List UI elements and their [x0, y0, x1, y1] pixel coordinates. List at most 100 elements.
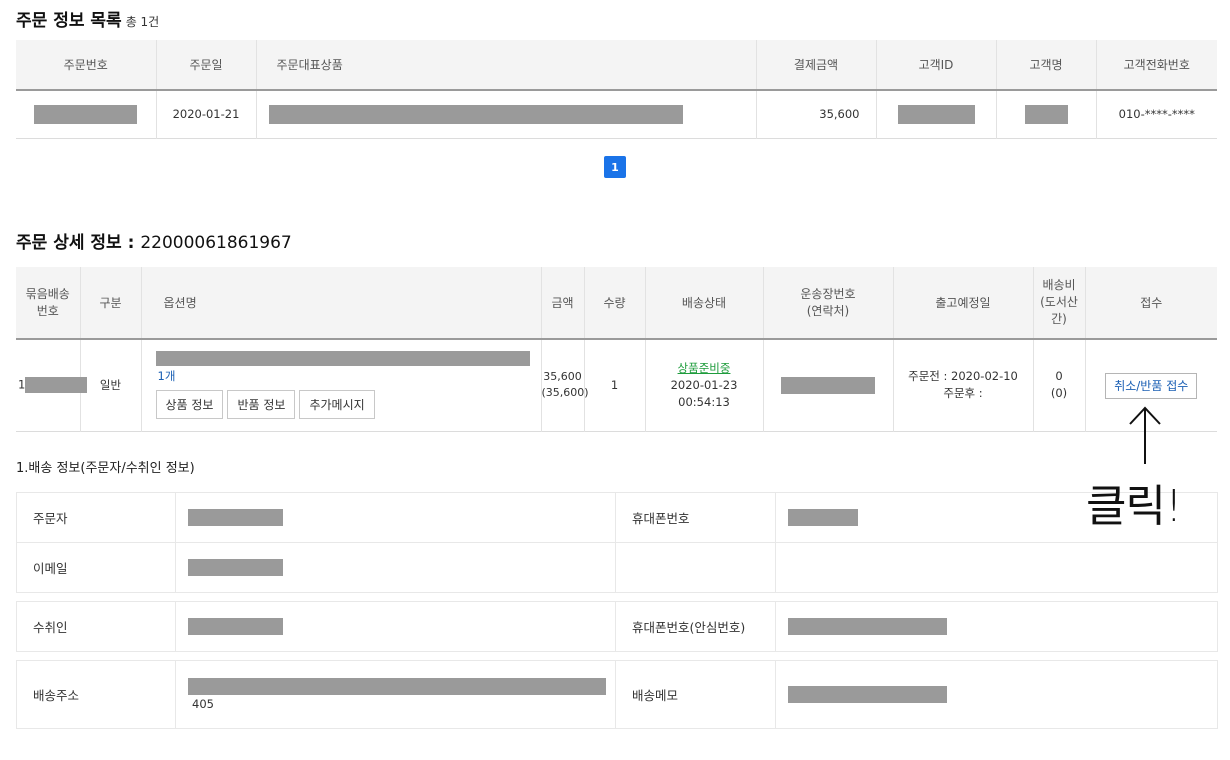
order-number-cell[interactable]	[16, 90, 156, 138]
ship-fee-cell: 0 (0)	[1032, 339, 1085, 431]
customer-name-cell	[995, 90, 1096, 138]
product-info-button[interactable]: 상품 정보	[155, 390, 224, 420]
order-list-title: 주문 정보 목록 총 1건	[16, 6, 159, 31]
delivery-status-cell: 상품준비중 2020-01-23 00:54:13	[644, 339, 763, 431]
col-customer-name: 고객명	[995, 40, 1096, 90]
orderer-row: 주문자 휴대폰번호	[16, 492, 1218, 543]
category-cell: 일반	[79, 339, 141, 431]
option-qty: 1개	[157, 369, 176, 384]
payment-amount-cell: 35,600	[755, 90, 876, 138]
col-delivery-status: 배송상태	[644, 267, 763, 339]
ship-fee-value: 0	[1055, 369, 1063, 384]
tracking-number-cell	[762, 339, 893, 431]
ship-date-after: 주문후 :	[943, 386, 983, 401]
redacted-block	[788, 686, 947, 703]
order-detail-title-text: 주문 상세 정보 :	[16, 233, 135, 253]
bundle-number-prefix: 1	[18, 377, 26, 392]
col-qty: 수량	[583, 267, 645, 339]
redacted-block	[25, 377, 88, 394]
receiver-value	[175, 601, 616, 652]
col-customer-phone: 고객전화번호	[1095, 40, 1217, 90]
redacted-block	[897, 104, 975, 124]
col-order-date: 주문일	[155, 40, 256, 90]
qty-cell: 1	[583, 339, 645, 431]
option-name-cell: 1개 상품 정보 반품 정보 추가메시지	[140, 339, 541, 431]
redacted-block	[268, 104, 683, 124]
ship-fee-sub-value: (0)	[1050, 386, 1068, 401]
order-detail-number: 22000061861967	[140, 233, 292, 253]
redacted-block	[188, 509, 283, 526]
col-order-number: 주문번호	[16, 40, 156, 90]
customer-id-cell	[875, 90, 996, 138]
receiver-row: 수취인 휴대폰번호(안심번호)	[16, 601, 1218, 652]
extra-message-button[interactable]: 추가메시지	[299, 390, 375, 420]
redacted-block	[1024, 104, 1068, 124]
redacted-block	[34, 104, 138, 124]
orderer-info-table: 주문자 휴대폰번호 이메일	[16, 492, 1218, 593]
order-list-title-text: 주문 정보 목록	[16, 11, 122, 31]
redacted-block	[188, 618, 283, 635]
col-option-name: 옵션명	[140, 267, 541, 339]
main-product-cell[interactable]	[255, 90, 756, 138]
receiver-info-table: 수취인 휴대폰번호(안심번호)	[16, 601, 1218, 652]
orderer-value	[175, 492, 616, 543]
status-time: 00:54:13	[678, 394, 730, 409]
col-ship-fee: 배송비 (도서산간)	[1032, 267, 1085, 339]
order-detail-table: 묶음배송 번호 구분 옵션명 금액 수량 배송상태 운송장번호 (연락처) 출고…	[16, 267, 1217, 432]
redacted-block	[788, 509, 858, 526]
ship-date-cell: 주문전 : 2020-02-10 주문후 :	[892, 339, 1033, 431]
email-label: 이메일	[16, 542, 176, 593]
order-detail-header-row: 묶음배송 번호 구분 옵션명 금액 수량 배송상태 운송장번호 (연락처) 출고…	[16, 267, 1217, 339]
order-count: 총 1건	[125, 15, 160, 29]
memo-label: 배송메모	[615, 660, 776, 729]
annotation-click-text: 클릭!	[1086, 481, 1183, 532]
customer-phone-cell: 010-****-****	[1095, 90, 1217, 138]
order-date-cell: 2020-01-21	[155, 90, 256, 138]
page-button-1[interactable]: 1	[604, 156, 626, 178]
price-cell: 35,600 (35,600)	[540, 339, 589, 431]
safe-mobile-value	[775, 601, 1218, 652]
col-tracking-number: 운송장번호 (연락처)	[762, 267, 893, 339]
address-value: 405	[175, 660, 616, 729]
address-label: 배송주소	[16, 660, 176, 729]
delivery-info-title: 1.배송 정보(주문자/수취인 정보)	[16, 461, 195, 476]
empty-value	[775, 542, 1218, 593]
return-info-button[interactable]: 반품 정보	[227, 390, 296, 420]
col-category: 구분	[79, 267, 141, 339]
table-row[interactable]: 2020-01-21 35,600 010-****-****	[16, 90, 1217, 138]
col-payment-amount: 결제금액	[755, 40, 876, 90]
col-customer-id: 고객ID	[875, 40, 996, 90]
redacted-block	[781, 376, 875, 394]
col-receipt: 접수	[1084, 267, 1217, 339]
annotation-up-arrow-icon	[1129, 406, 1161, 464]
address-detail: 405	[192, 697, 214, 711]
mobile-label: 휴대폰번호	[615, 492, 776, 543]
cancel-return-button[interactable]: 취소/반품 접수	[1105, 372, 1198, 399]
col-bundle-number: 묶음배송 번호	[16, 267, 80, 339]
table-row: 1 일반 1개 상품 정보 반품 정보 추가메시지 35,600 (35,600) …	[16, 339, 1217, 431]
redacted-block	[188, 678, 606, 695]
email-value	[175, 542, 616, 593]
order-detail-title: 주문 상세 정보 : 22000061861967	[16, 228, 292, 253]
memo-value	[775, 660, 1218, 729]
address-info-table: 배송주소 405 배송메모	[16, 660, 1218, 729]
order-list-header-row: 주문번호 주문일 주문대표상품 결제금액 고객ID 고객명 고객전화번호	[16, 40, 1217, 90]
receiver-label: 수취인	[16, 601, 176, 652]
delivery-status-link[interactable]: 상품준비중	[646, 360, 763, 377]
empty-label	[615, 542, 776, 593]
redacted-block	[788, 618, 947, 635]
col-price: 금액	[540, 267, 584, 339]
price-value: 35,600	[543, 370, 582, 384]
status-date: 2020-01-23	[670, 377, 738, 392]
ship-date-before: 주문전 : 2020-02-10	[908, 369, 1018, 384]
redacted-block	[188, 559, 283, 576]
col-main-product: 주문대표상품	[255, 40, 756, 90]
price-sub-value: (35,600)	[541, 386, 589, 400]
bundle-number-cell: 1	[16, 339, 88, 431]
order-list-table: 주문번호 주문일 주문대표상품 결제금액 고객ID 고객명 고객전화번호 202…	[16, 40, 1217, 139]
orderer-label: 주문자	[16, 492, 176, 543]
redacted-block	[155, 351, 530, 367]
address-row: 배송주소 405 배송메모	[16, 660, 1218, 729]
email-row: 이메일	[16, 542, 1218, 593]
col-ship-date: 출고예정일	[892, 267, 1033, 339]
